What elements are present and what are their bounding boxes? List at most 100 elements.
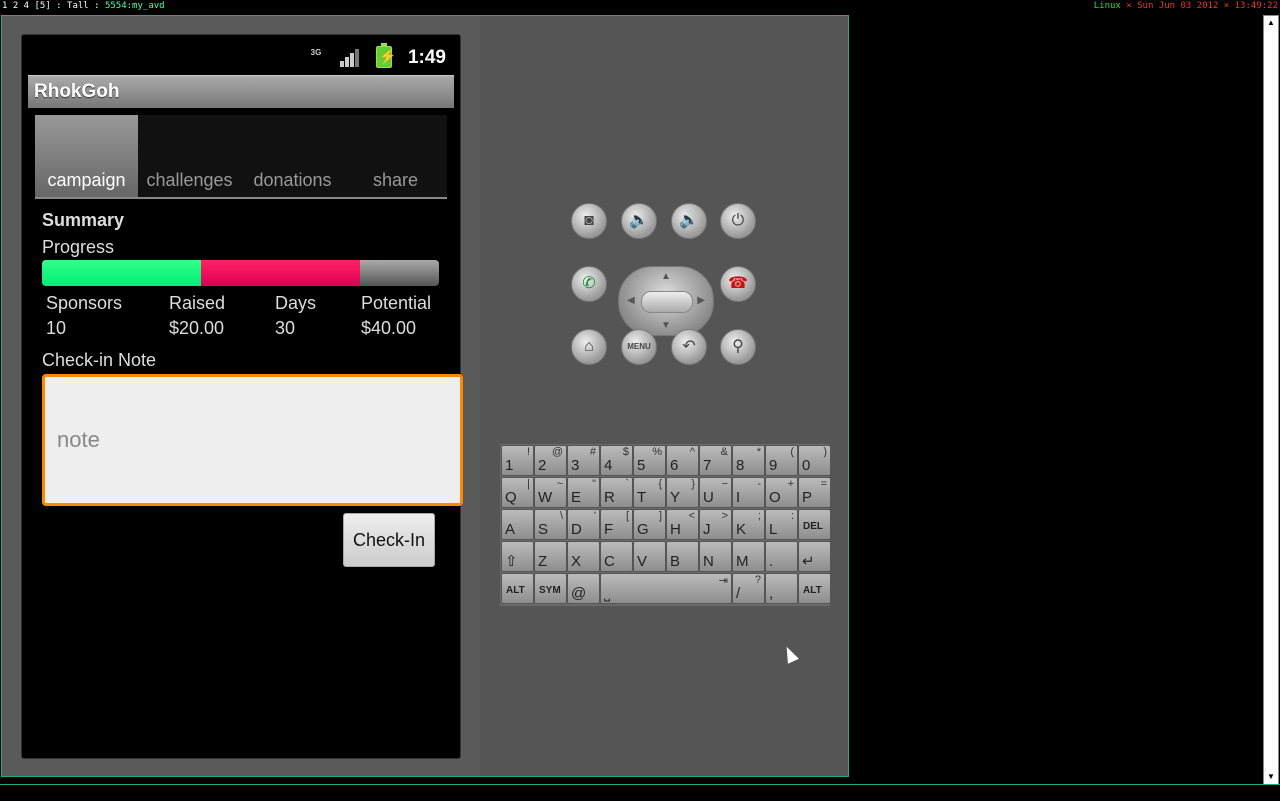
key-alt-label: +: [787, 478, 794, 490]
checkin-note-input[interactable]: [42, 374, 463, 506]
key-label: U: [703, 489, 714, 506]
power-icon[interactable]: ⏻: [720, 203, 756, 239]
battery-charging-icon: ⚡: [376, 43, 396, 68]
key-slash[interactable]: /?: [732, 573, 765, 604]
key-alt-label: ": [592, 478, 596, 490]
back-icon[interactable]: ↶: [671, 329, 707, 365]
key-symbol[interactable]: ↵: [798, 541, 831, 572]
key-u[interactable]: U −: [699, 477, 732, 508]
key-s[interactable]: S \: [534, 509, 567, 540]
key-n[interactable]: N: [699, 541, 732, 572]
end-call-icon[interactable]: ☎: [720, 266, 756, 302]
scroll-down-icon[interactable]: ▼: [1264, 770, 1278, 784]
key-o[interactable]: O +: [765, 477, 798, 508]
key-z[interactable]: Z: [534, 541, 567, 572]
stat-days: Days 30: [275, 293, 316, 339]
system-clock: Linux × Sun Jun 03 2012 × 13:49:22: [1094, 0, 1278, 13]
camera-icon[interactable]: ◙: [571, 203, 607, 239]
key-g[interactable]: G]: [633, 509, 666, 540]
key-a[interactable]: A: [501, 509, 534, 540]
key-i[interactable]: I-: [732, 477, 765, 508]
key-label: 1: [505, 457, 514, 474]
key-t[interactable]: T{: [633, 477, 666, 508]
key-j[interactable]: J >: [699, 509, 732, 540]
key-label: 7: [703, 457, 712, 474]
key-5[interactable]: 5%: [633, 445, 666, 476]
key-alt-label: !: [526, 446, 530, 458]
volume-down-icon[interactable]: 🔈: [621, 203, 657, 239]
key-p[interactable]: P =: [798, 477, 831, 508]
dpad-right-icon[interactable]: ▶: [697, 295, 705, 306]
workspace-list: 1 2 4 [5] : Tall :: [2, 1, 100, 11]
key-7[interactable]: 7 &: [699, 445, 732, 476]
key-alt-label: %: [652, 446, 662, 458]
key-3[interactable]: 3 #: [567, 445, 600, 476]
stat-label: Raised: [169, 293, 226, 313]
tab-label: challenges: [146, 170, 233, 190]
key-symbol[interactable]: .: [765, 541, 798, 572]
key-2[interactable]: 2 @: [534, 445, 567, 476]
search-icon[interactable]: ⚲: [720, 329, 756, 365]
key-r[interactable]: R `: [600, 477, 633, 508]
key-label: K: [736, 521, 747, 538]
key-q[interactable]: Q |: [501, 477, 534, 508]
dpad-up-icon[interactable]: ▲: [661, 271, 671, 282]
tab-share[interactable]: share: [344, 115, 447, 197]
menu-button[interactable]: MENU: [621, 329, 657, 365]
tab-campaign[interactable]: campaign: [35, 115, 138, 197]
key-label: P: [802, 489, 813, 506]
key-w[interactable]: W ~: [534, 477, 567, 508]
scroll-up-icon[interactable]: ▲: [1264, 16, 1278, 30]
key-y[interactable]: Y}: [666, 477, 699, 508]
key-c[interactable]: C: [600, 541, 633, 572]
dpad-down-icon[interactable]: ▼: [661, 320, 671, 331]
key-x[interactable]: X: [567, 541, 600, 572]
key-e[interactable]: E ": [567, 477, 600, 508]
key-sym[interactable]: SYM: [534, 573, 567, 604]
key-alt-label: =: [820, 478, 827, 490]
key-1[interactable]: 1!: [501, 445, 534, 476]
tab-challenges[interactable]: challenges: [138, 115, 241, 197]
key-6[interactable]: 6 ^: [666, 445, 699, 476]
key-8[interactable]: 8 *: [732, 445, 765, 476]
scrollbar[interactable]: ▲ ▼: [1263, 15, 1279, 785]
key-0[interactable]: 0): [798, 445, 831, 476]
key-comma[interactable]: ,: [765, 573, 798, 604]
key-alt-label: *: [756, 446, 761, 458]
key-f[interactable]: F[: [600, 509, 633, 540]
key-4[interactable]: 4 $: [600, 445, 633, 476]
key-9[interactable]: 9(: [765, 445, 798, 476]
key-space[interactable]: ⎵ ⇥: [600, 573, 732, 604]
key-symbol[interactable]: ⇧: [501, 541, 534, 572]
key-l[interactable]: L:: [765, 509, 798, 540]
key-del[interactable]: DEL: [798, 509, 831, 540]
key-v[interactable]: V: [633, 541, 666, 572]
dpad-center-button[interactable]: [641, 291, 693, 313]
key-alt-label: (: [790, 446, 794, 458]
key-b[interactable]: B: [666, 541, 699, 572]
key-label: B: [670, 553, 681, 570]
key-k[interactable]: K;: [732, 509, 765, 540]
key-h[interactable]: H <: [666, 509, 699, 540]
stat-value: $20.00: [169, 318, 225, 338]
key-alt-label: ⇥: [718, 575, 728, 587]
tab-label: campaign: [47, 170, 126, 190]
key-at[interactable]: @: [567, 573, 600, 604]
dpad[interactable]: ▲ ▼ ◀ ▶: [618, 266, 714, 336]
key-label: 9: [769, 457, 778, 474]
key-alt-right[interactable]: ALT: [798, 573, 831, 604]
tab-donations[interactable]: donations: [241, 115, 344, 197]
key-m[interactable]: M: [732, 541, 765, 572]
key-alt-label: ;: [757, 510, 761, 522]
dpad-left-icon[interactable]: ◀: [627, 295, 635, 306]
signal-icon: [340, 49, 360, 67]
key-label: N: [703, 553, 714, 570]
key-alt-label: }: [691, 478, 695, 490]
call-icon[interactable]: ✆: [571, 266, 607, 302]
key-alt-label: <: [688, 510, 695, 522]
key-alt-left[interactable]: ALT: [501, 573, 534, 604]
key-d[interactable]: D ': [567, 509, 600, 540]
home-icon[interactable]: ⌂: [571, 329, 607, 365]
checkin-button[interactable]: Check-In: [343, 513, 435, 567]
volume-up-icon[interactable]: 🔊: [671, 203, 707, 239]
